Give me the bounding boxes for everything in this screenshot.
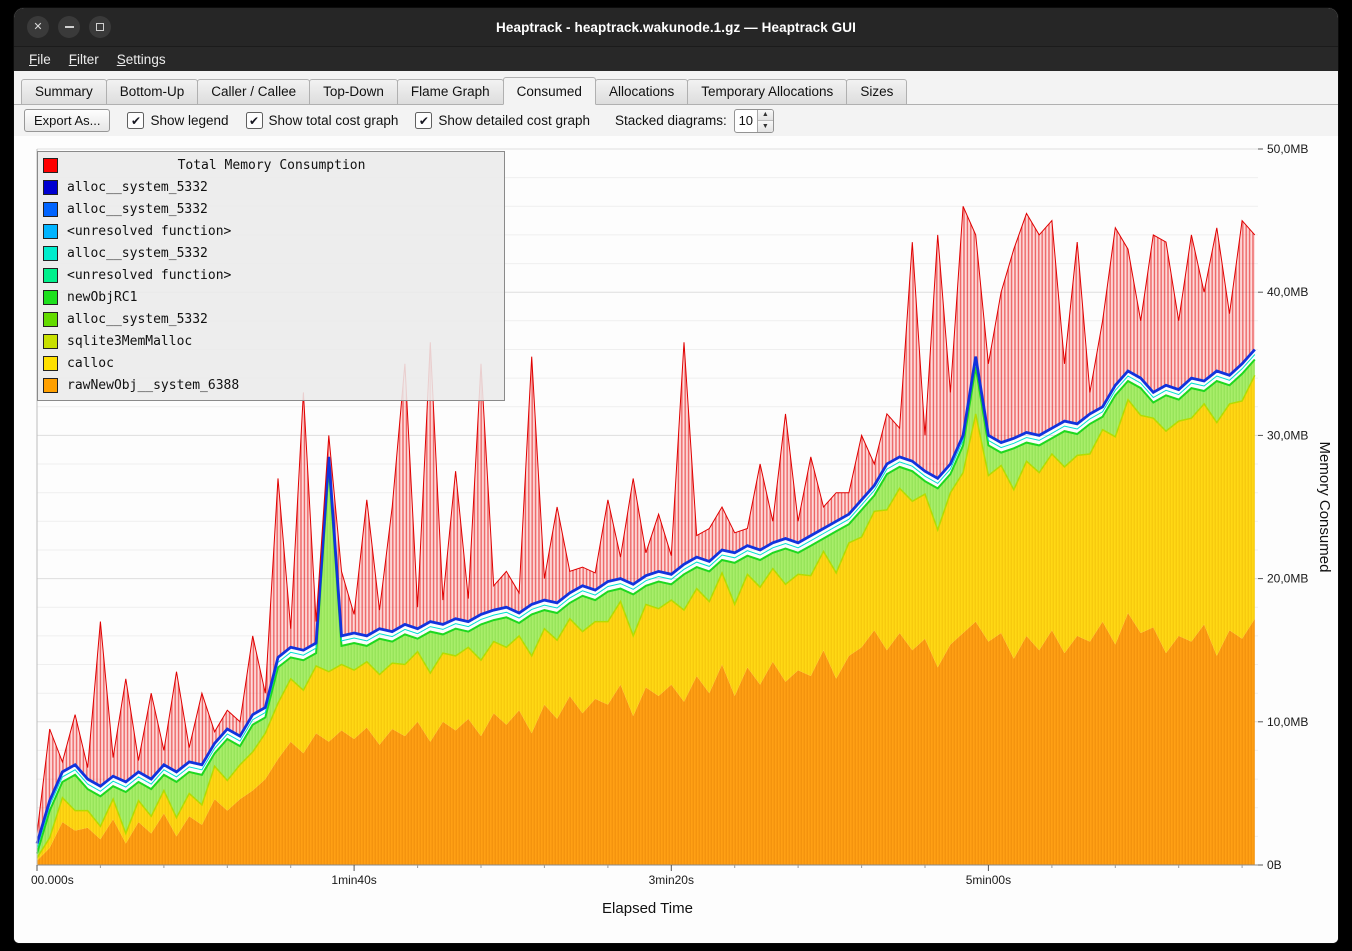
tab-summary[interactable]: Summary bbox=[21, 79, 107, 105]
legend-item: alloc__system_5332 bbox=[43, 176, 498, 198]
legend-swatch bbox=[43, 180, 58, 195]
tab-flame-graph[interactable]: Flame Graph bbox=[397, 79, 504, 105]
svg-text:1min40s: 1min40s bbox=[331, 873, 376, 887]
legend-label: rawNewObj__system_6388 bbox=[67, 378, 239, 393]
tab-caller-callee[interactable]: Caller / Callee bbox=[197, 79, 310, 105]
legend-item: alloc__system_5332 bbox=[43, 308, 498, 330]
menubar: FileFilterSettings bbox=[14, 46, 1338, 71]
tab-sizes[interactable]: Sizes bbox=[846, 79, 907, 105]
tab-consumed[interactable]: Consumed bbox=[503, 77, 596, 105]
legend-swatch bbox=[43, 268, 58, 283]
svg-text:Memory Consumed: Memory Consumed bbox=[1316, 442, 1333, 573]
legend-label: alloc__system_5332 bbox=[67, 246, 208, 261]
maximize-button[interactable] bbox=[89, 16, 111, 38]
stacked-diagrams-group: Stacked diagrams: 10 ▲ ▼ bbox=[615, 109, 774, 133]
window-title: Heaptrack - heaptrack.wakunode.1.gz — He… bbox=[496, 20, 856, 35]
chevron-up-icon: ▲ bbox=[762, 111, 769, 118]
heaptrack-window: ✕ Heaptrack - heaptrack.wakunode.1.gz — … bbox=[14, 8, 1338, 943]
maximize-icon bbox=[96, 23, 104, 31]
legend-item: sqlite3MemMalloc bbox=[43, 330, 498, 352]
toolbar: Export As... ✔ Show legend ✔ Show total cos… bbox=[14, 105, 1338, 136]
checkbox-group: ✔ Show legend ✔ Show total cost graph ✔ Show … bbox=[127, 112, 590, 129]
legend-item: newObjRC1 bbox=[43, 286, 498, 308]
legend-label: alloc__system_5332 bbox=[67, 180, 208, 195]
svg-text:10,0MB: 10,0MB bbox=[1267, 715, 1308, 729]
legend-swatch bbox=[43, 356, 58, 371]
checkbox-show-total-cost-graph[interactable]: ✔ Show total cost graph bbox=[246, 112, 399, 129]
legend-item: alloc__system_5332 bbox=[43, 242, 498, 264]
checkbox-box[interactable]: ✔ bbox=[246, 112, 263, 129]
legend-item: calloc bbox=[43, 352, 498, 374]
tabbar: SummaryBottom-UpCaller / CalleeTop-DownF… bbox=[14, 71, 1338, 105]
legend-swatch bbox=[43, 158, 58, 173]
checkbox-label: Show legend bbox=[150, 113, 228, 128]
legend-label: newObjRC1 bbox=[67, 290, 137, 305]
chart-legend: Total Memory Consumption alloc__system_53… bbox=[37, 151, 505, 401]
stacked-diagrams-value[interactable]: 10 bbox=[735, 110, 757, 132]
close-button[interactable]: ✕ bbox=[27, 16, 49, 38]
legend-label: sqlite3MemMalloc bbox=[67, 334, 192, 349]
stacked-diagrams-spinbox: 10 ▲ ▼ bbox=[734, 109, 774, 133]
svg-text:30,0MB: 30,0MB bbox=[1267, 428, 1308, 442]
legend-label: <unresolved function> bbox=[67, 224, 231, 239]
legend-item: <unresolved function> bbox=[43, 220, 498, 242]
legend-item: <unresolved function> bbox=[43, 264, 498, 286]
svg-text:0B: 0B bbox=[1267, 858, 1282, 872]
tab-bottom-up[interactable]: Bottom-Up bbox=[106, 79, 199, 105]
titlebar: ✕ Heaptrack - heaptrack.wakunode.1.gz — … bbox=[14, 8, 1338, 46]
chart-panel: 00.000s 1min40s 3min20s 5min00s 0B 10,0MB 20,0… bbox=[14, 136, 1338, 943]
legend-label: Total Memory Consumption bbox=[67, 158, 498, 173]
legend-label: alloc__system_5332 bbox=[67, 312, 208, 327]
tab-top-down[interactable]: Top-Down bbox=[309, 79, 398, 105]
svg-text:Elapsed Time: Elapsed Time bbox=[602, 900, 693, 917]
checkbox-show-detailed-cost-graph[interactable]: ✔ Show detailed cost graph bbox=[415, 112, 590, 129]
spin-up-button[interactable]: ▲ bbox=[758, 110, 773, 121]
spin-buttons: ▲ ▼ bbox=[757, 110, 773, 132]
legend-title-row: Total Memory Consumption bbox=[43, 154, 498, 176]
legend-swatch bbox=[43, 290, 58, 305]
spin-down-button[interactable]: ▼ bbox=[758, 120, 773, 132]
checkbox-show-legend[interactable]: ✔ Show legend bbox=[127, 112, 228, 129]
checkbox-box[interactable]: ✔ bbox=[127, 112, 144, 129]
minimize-button[interactable] bbox=[58, 16, 80, 38]
checkbox-label: Show total cost graph bbox=[269, 113, 399, 128]
menu-filter[interactable]: Filter bbox=[60, 50, 108, 69]
svg-text:5min00s: 5min00s bbox=[966, 873, 1011, 887]
chevron-down-icon: ▼ bbox=[762, 123, 769, 130]
checkbox-box[interactable]: ✔ bbox=[415, 112, 432, 129]
legend-swatch bbox=[43, 334, 58, 349]
legend-label: alloc__system_5332 bbox=[67, 202, 208, 217]
window-controls: ✕ bbox=[27, 16, 111, 38]
svg-text:00.000s: 00.000s bbox=[31, 873, 74, 887]
checkbox-label: Show detailed cost graph bbox=[438, 113, 590, 128]
legend-label: <unresolved function> bbox=[67, 268, 231, 283]
svg-text:50,0MB: 50,0MB bbox=[1267, 142, 1308, 156]
tab-temporary-allocations[interactable]: Temporary Allocations bbox=[687, 79, 847, 105]
legend-swatch bbox=[43, 202, 58, 217]
close-icon: ✕ bbox=[33, 22, 42, 33]
svg-text:3min20s: 3min20s bbox=[649, 873, 694, 887]
legend-swatch bbox=[43, 312, 58, 327]
tab-allocations[interactable]: Allocations bbox=[595, 79, 688, 105]
menu-settings[interactable]: Settings bbox=[108, 50, 175, 69]
svg-text:40,0MB: 40,0MB bbox=[1267, 285, 1308, 299]
legend-swatch bbox=[43, 378, 58, 393]
menu-file[interactable]: File bbox=[20, 50, 60, 69]
legend-item: rawNewObj__system_6388 bbox=[43, 374, 498, 396]
legend-swatch bbox=[43, 246, 58, 261]
legend-swatch bbox=[43, 224, 58, 239]
svg-text:20,0MB: 20,0MB bbox=[1267, 572, 1308, 586]
minimize-icon bbox=[65, 26, 74, 28]
export-as-button[interactable]: Export As... bbox=[24, 109, 110, 132]
stacked-diagrams-label: Stacked diagrams: bbox=[615, 113, 727, 128]
legend-label: calloc bbox=[67, 356, 114, 371]
legend-item: alloc__system_5332 bbox=[43, 198, 498, 220]
